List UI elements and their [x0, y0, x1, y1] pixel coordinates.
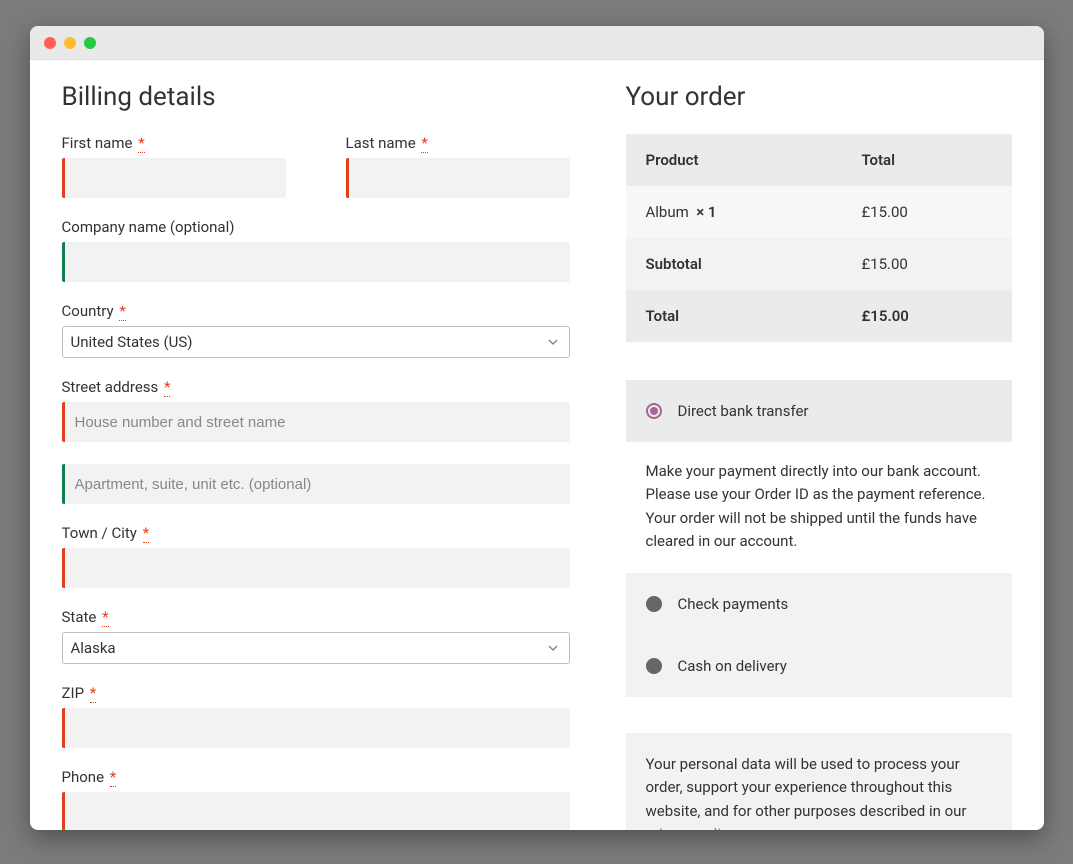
street1-input[interactable]: [62, 402, 570, 442]
browser-window: Billing details First name * Last name *: [30, 26, 1044, 830]
state-field: State * Alaska: [62, 608, 570, 664]
required-asterisk: *: [164, 378, 170, 397]
window-minimize-button[interactable]: [64, 37, 76, 49]
payment-option-description: Make your payment directly into our bank…: [626, 442, 1012, 573]
street2-input[interactable]: [62, 464, 570, 504]
order-section: Your order Product Total Album × 1 £15.0…: [626, 82, 1012, 830]
radio-checked-icon: [646, 403, 662, 419]
phone-input[interactable]: [62, 792, 570, 830]
billing-section: Billing details First name * Last name *: [62, 82, 570, 830]
required-asterisk: *: [143, 524, 149, 543]
state-select-value: Alaska: [71, 639, 116, 657]
order-col-product: Product: [626, 134, 842, 186]
order-total-value: £15.00: [841, 290, 1011, 342]
payment-option-label: Cash on delivery: [678, 657, 787, 675]
company-input[interactable]: [62, 242, 570, 282]
required-asterisk: *: [119, 302, 125, 321]
city-label: Town / City *: [62, 524, 570, 542]
checkout-page: Billing details First name * Last name *: [30, 60, 1044, 830]
order-total-label: Total: [626, 290, 842, 342]
payment-option-cod[interactable]: Cash on delivery: [626, 635, 1012, 697]
radio-unchecked-icon: [646, 596, 662, 612]
phone-label: Phone *: [62, 768, 570, 786]
last-name-label: Last name *: [346, 134, 570, 152]
country-select-value: United States (US): [71, 333, 193, 351]
country-field: Country * United States (US): [62, 302, 570, 358]
privacy-notice: Your personal data will be used to proce…: [626, 733, 1012, 830]
window-close-button[interactable]: [44, 37, 56, 49]
street-address-label: Street address *: [62, 378, 570, 396]
order-item-qty: × 1: [696, 203, 716, 221]
required-asterisk: *: [421, 134, 427, 153]
order-subtotal-label: Subtotal: [626, 238, 842, 290]
payment-option-label: Check payments: [678, 595, 789, 613]
phone-field: Phone *: [62, 768, 570, 830]
zip-input[interactable]: [62, 708, 570, 748]
street-address-field: Street address *: [62, 378, 570, 504]
payment-option-label: Direct bank transfer: [678, 402, 809, 420]
window-maximize-button[interactable]: [84, 37, 96, 49]
titlebar: [30, 26, 1044, 60]
state-select[interactable]: Alaska: [62, 632, 570, 664]
country-label: Country *: [62, 302, 570, 320]
order-title: Your order: [626, 82, 1012, 112]
billing-title: Billing details: [62, 82, 570, 112]
city-input[interactable]: [62, 548, 570, 588]
city-field: Town / City *: [62, 524, 570, 588]
zip-label: ZIP *: [62, 684, 570, 702]
chevron-down-icon: [543, 327, 563, 357]
order-item-row: Album × 1 £15.00: [626, 186, 1012, 238]
required-asterisk: *: [110, 768, 116, 787]
state-label: State *: [62, 608, 570, 626]
order-subtotal-value: £15.00: [841, 238, 1011, 290]
payment-option-cheque[interactable]: Check payments: [626, 573, 1012, 635]
first-name-field: First name *: [62, 134, 286, 198]
payment-methods: Direct bank transfer Make your payment d…: [626, 380, 1012, 697]
chevron-down-icon: [543, 633, 563, 663]
country-select[interactable]: United States (US): [62, 326, 570, 358]
first-name-label: First name *: [62, 134, 286, 152]
required-asterisk: *: [138, 134, 144, 153]
order-item-total: £15.00: [841, 186, 1011, 238]
privacy-policy-link[interactable]: privacy policy: [646, 825, 736, 830]
zip-field: ZIP *: [62, 684, 570, 748]
company-label: Company name (optional): [62, 218, 570, 236]
last-name-field: Last name *: [346, 134, 570, 198]
order-table: Product Total Album × 1 £15.00: [626, 134, 1012, 342]
first-name-input[interactable]: [62, 158, 286, 198]
required-asterisk: *: [102, 608, 108, 627]
payment-option-bacs[interactable]: Direct bank transfer: [626, 380, 1012, 442]
required-asterisk: *: [90, 684, 96, 703]
company-field: Company name (optional): [62, 218, 570, 282]
last-name-input[interactable]: [346, 158, 570, 198]
order-col-total: Total: [841, 134, 1011, 186]
order-item-name: Album × 1: [626, 186, 842, 238]
radio-unchecked-icon: [646, 658, 662, 674]
